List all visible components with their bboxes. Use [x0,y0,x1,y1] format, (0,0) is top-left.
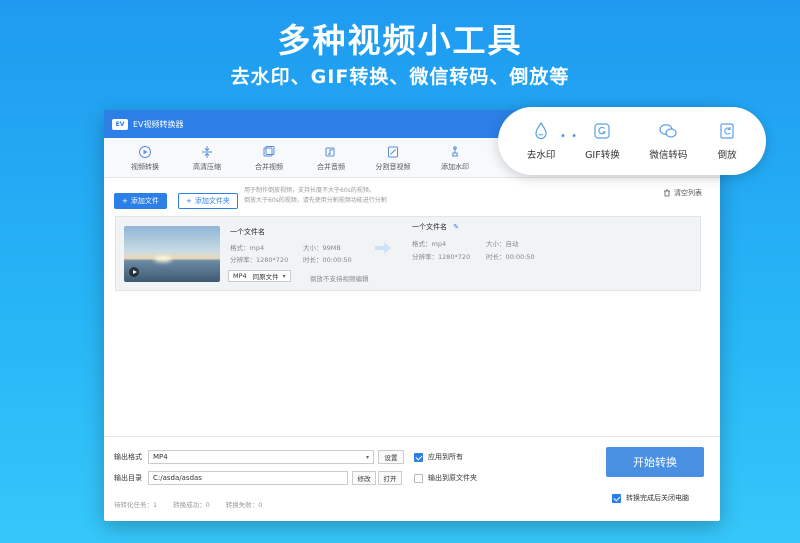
split-icon [388,146,398,158]
shutdown-check[interactable] [612,493,621,503]
add-folder-button[interactable]: + 添加文件夹 [177,193,238,209]
apply-all-check[interactable] [414,452,423,462]
play-icon[interactable] [129,267,139,277]
output-format-select[interactable]: MP4 ▾ [148,450,374,464]
fail-count: 转换失败：0 [225,501,263,509]
target-file-name: 一个文件名 ✎ [412,223,460,231]
target-format: 格式：mp4 [412,240,447,248]
wechat-icon [659,124,678,138]
reverse-edit-note: 倒放不支持视频编辑 [310,275,369,283]
output-to-source-checkbox[interactable]: 输出到原文件夹 [414,473,477,483]
app-logo: EV [112,118,128,130]
merge-video-icon [263,146,275,157]
target-resolution: 分辨率：1280*720 [412,253,471,261]
source-format: 格式：mp4 [230,244,265,252]
video-thumbnail[interactable] [124,226,220,282]
feature-gif-convert[interactable]: GIF转换 [585,121,620,161]
open-button[interactable]: 打开 [378,471,402,485]
window-title: EV视频转换器 [133,119,184,129]
output-format-row: 输出格式 MP4 ▾ 设置 [114,450,404,464]
pending-count: 待转化任务：1 [114,501,158,509]
feature-bubble: 去水印 GIF转换 微信转码 倒放 [498,107,766,175]
target-size: 大小：自动 [486,240,519,248]
format-select[interactable]: MP4 同原文件 ▾ [228,270,291,282]
action-bar: + 添加文件 + 添加文件夹 用于制作倒放视频，支持长度不大于60s的视频。 倒… [104,178,720,216]
source-file-name: 一个文件名 [230,228,265,236]
file-list-item[interactable]: 一个文件名 格式：mp4 大小：99MB 分辨率：1280*720 时长：00:… [115,216,701,291]
output-to-source-check[interactable] [414,473,423,483]
edit-icon[interactable]: ✎ [453,223,459,231]
task-stats: 待转化任务：1 转换成功：0 转换失败：0 [114,499,262,509]
output-dir-field[interactable]: C:/asda/asdas [148,471,348,485]
bubble-dots: • • [560,131,578,142]
trash-icon [664,189,670,197]
thumbnail-sun [154,256,172,262]
shutdown-checkbox[interactable]: 转换完成后关闭电脑 [612,493,689,503]
banner-subtitle: 去水印、GIF转换、微信转码、倒放等 [230,66,570,88]
plus-icon: + [185,197,192,205]
tool-merge-audio[interactable]: 合并音频 [300,145,362,177]
output-dir-row: 输出目录 C:/asda/asdas 修改 打开 [114,471,402,485]
tool-hd-compress[interactable]: 高清压缩 [176,145,238,177]
modify-button[interactable]: 修改 [352,471,376,485]
reverse-icon [720,123,734,139]
success-count: 转换成功：0 [173,501,210,509]
watermark-icon [452,146,458,157]
merge-audio-icon [325,147,335,157]
feature-remove-watermark[interactable]: 去水印 [527,121,555,161]
source-duration: 时长：00:00:50 [303,256,352,264]
target-duration: 时长：00:00:50 [486,253,535,261]
tool-merge-video[interactable]: 合并视频 [238,145,300,177]
arrow-right-icon [375,242,391,254]
source-resolution: 分辨率：1280*720 [230,256,289,264]
gif-icon [594,123,610,139]
tool-video-convert[interactable]: 视频转换 [114,145,176,177]
feature-reverse[interactable]: 倒放 [717,121,737,161]
chevron-down-icon: ▾ [365,453,369,461]
feature-wechat-transcode[interactable]: 微信转码 [649,121,687,161]
settings-button[interactable]: 设置 [378,450,404,464]
clear-list-button[interactable]: 清空列表 [663,188,702,198]
chevron-down-icon: ▾ [282,272,286,280]
banner-title: 多种视频小工具 [277,21,523,60]
tool-split[interactable]: 分割音视频 [362,145,424,177]
source-size: 大小：99MB [303,244,341,252]
tool-watermark[interactable]: 添加水印 [424,145,486,177]
bottom-panel: 输出格式 MP4 ▾ 设置 应用到所有 输出目录 C:/asda/asdas 修… [104,436,720,521]
reverse-hint: 用于制作倒放视频，支持长度不大于60s的视频。 倒放大于60s的视频，请先使用分… [244,187,387,204]
add-file-button[interactable]: + 添加文件 [114,193,167,209]
start-convert-button[interactable]: 开始转换 [606,447,704,477]
apply-all-checkbox[interactable]: 应用到所有 [414,452,463,462]
convert-icon [139,146,151,158]
plus-icon: + [122,197,128,205]
droplet-icon [535,121,547,140]
compress-icon [202,146,212,158]
